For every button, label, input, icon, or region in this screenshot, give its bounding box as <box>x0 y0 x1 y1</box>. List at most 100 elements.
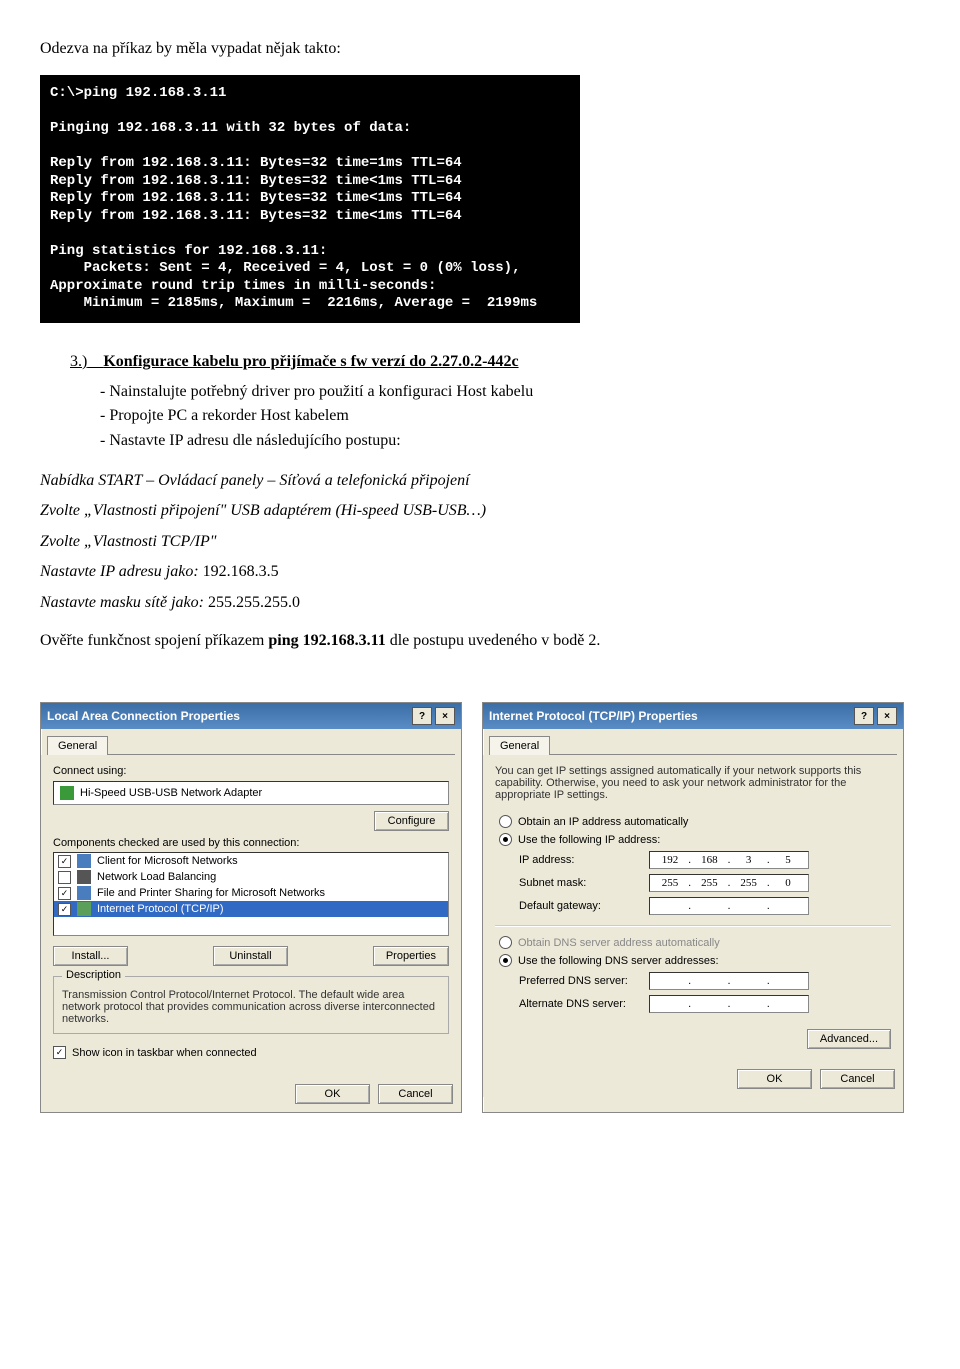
obtain-dns-radio <box>499 936 512 949</box>
dialog2-title: Internet Protocol (TCP/IP) Properties <box>489 709 698 723</box>
lan-properties-dialog: Local Area Connection Properties ? × Gen… <box>40 702 462 1113</box>
terminal-output: C:\>ping 192.168.3.11 Pinging 192.168.3.… <box>40 75 580 323</box>
instr-line1: Nabídka START – Ovládací panely – Síťová… <box>40 470 920 492</box>
tab-general[interactable]: General <box>489 736 550 755</box>
gateway-input[interactable]: ... <box>649 897 809 915</box>
instr-line6-cmd: ping 192.168.3.11 <box>268 632 385 649</box>
instr-line4: Nastavte IP adresu jako: 192.168.3.5 <box>40 561 920 583</box>
ok-button[interactable]: OK <box>737 1069 812 1089</box>
components-listbox[interactable]: ✓ Client for Microsoft Networks Network Lo… <box>53 852 449 936</box>
ip-segment[interactable]: 255 <box>693 877 725 889</box>
components-label: Components checked are used by this conn… <box>53 837 449 849</box>
alt-dns-label: Alternate DNS server: <box>519 998 649 1010</box>
cancel-button[interactable]: Cancel <box>820 1069 895 1089</box>
ip-segment[interactable]: 192 <box>654 854 686 866</box>
instr-line5-prefix: Nastavte masku sítě jako: <box>40 594 208 611</box>
dialog2-intro: You can get IP settings assigned automat… <box>495 765 891 801</box>
component-label: Network Load Balancing <box>97 871 216 883</box>
properties-button[interactable]: Properties <box>373 946 449 966</box>
section-title: Konfigurace kabelu pro přijímače s fw ve… <box>103 353 518 370</box>
adapter-name: Hi-Speed USB-USB Network Adapter <box>80 787 262 799</box>
ip-segment[interactable] <box>654 900 686 912</box>
close-icon[interactable]: × <box>435 707 455 725</box>
tab-general[interactable]: General <box>47 736 108 755</box>
show-icon-label: Show icon in taskbar when connected <box>72 1047 257 1059</box>
use-dns-radio[interactable] <box>499 954 512 967</box>
obtain-auto-label: Obtain an IP address automatically <box>518 816 688 828</box>
ip-segment[interactable]: 3 <box>733 854 765 866</box>
ip-segment[interactable] <box>772 900 804 912</box>
subnet-mask-input[interactable]: 255.255.255.0 <box>649 874 809 892</box>
component-item[interactable]: ✓ Internet Protocol (TCP/IP) <box>54 901 448 917</box>
ip-segment[interactable]: 168 <box>693 854 725 866</box>
description-title: Description <box>62 969 125 981</box>
instr-line3: Zvolte „Vlastnosti TCP/IP" <box>40 531 920 553</box>
instr-line4-val: 192.168.3.5 <box>203 563 279 580</box>
section-num: 3.) <box>70 353 87 370</box>
ip-address-input[interactable]: 192.168.3.5 <box>649 851 809 869</box>
uninstall-button[interactable]: Uninstall <box>213 946 288 966</box>
instr-line5-val: 255.255.255.0 <box>208 594 300 611</box>
dialog1-titlebar[interactable]: Local Area Connection Properties ? × <box>41 703 461 729</box>
tcpip-properties-dialog: Internet Protocol (TCP/IP) Properties ? … <box>482 702 904 1113</box>
gateway-label: Default gateway: <box>519 900 649 912</box>
section-heading: 3.) Konfigurace kabelu pro přijímače s f… <box>70 353 920 371</box>
pref-dns-label: Preferred DNS server: <box>519 975 649 987</box>
component-item[interactable]: ✓ File and Printer Sharing for Microsoft … <box>54 885 448 901</box>
component-item[interactable]: ✓ Client for Microsoft Networks <box>54 853 448 869</box>
instr-line2: Zvolte „Vlastnosti připojení" USB adapté… <box>40 500 920 522</box>
use-following-radio[interactable] <box>499 833 512 846</box>
ip-segment[interactable]: 0 <box>772 877 804 889</box>
component-icon <box>77 886 91 900</box>
instr-line6-prefix: Ověřte funkčnost spojení příkazem <box>40 632 268 649</box>
component-label: Client for Microsoft Networks <box>97 855 238 867</box>
help-icon[interactable]: ? <box>854 707 874 725</box>
bullet-item: - Propojte PC a rekorder Host kabelem <box>100 405 920 427</box>
bullet-item: - Nainstalujte potřebný driver pro použi… <box>100 381 920 403</box>
component-icon <box>77 870 91 884</box>
instr-line6: Ověřte funkčnost spojení příkazem ping 1… <box>40 630 920 652</box>
intro-text: Odezva na příkaz by měla vypadat nějak t… <box>40 38 920 60</box>
dialog2-titlebar[interactable]: Internet Protocol (TCP/IP) Properties ? … <box>483 703 903 729</box>
ip-segment[interactable]: 255 <box>733 877 765 889</box>
use-dns-label: Use the following DNS server addresses: <box>518 955 719 967</box>
adapter-field: Hi-Speed USB-USB Network Adapter <box>53 781 449 805</box>
dialog1-title: Local Area Connection Properties <box>47 709 240 723</box>
instr-line6-suffix: dle postupu uvedeného v bodě 2. <box>386 632 601 649</box>
ip-segment[interactable] <box>733 900 765 912</box>
help-icon[interactable]: ? <box>412 707 432 725</box>
component-icon <box>77 854 91 868</box>
use-following-label: Use the following IP address: <box>518 834 660 846</box>
cancel-button[interactable]: Cancel <box>378 1084 453 1104</box>
pref-dns-input[interactable]: ... <box>649 972 809 990</box>
description-text: Transmission Control Protocol/Internet P… <box>62 989 440 1025</box>
close-icon[interactable]: × <box>877 707 897 725</box>
obtain-auto-radio[interactable] <box>499 815 512 828</box>
show-icon-checkbox[interactable]: ✓ <box>53 1046 66 1059</box>
component-checkbox[interactable]: ✓ <box>58 887 71 900</box>
ip-segment[interactable]: 5 <box>772 854 804 866</box>
ip-address-label: IP address: <box>519 854 649 866</box>
instr-line5: Nastavte masku sítě jako: 255.255.255.0 <box>40 592 920 614</box>
configure-button[interactable]: Configure <box>374 811 449 831</box>
description-group: Description Transmission Control Protoco… <box>53 976 449 1034</box>
bullet-item: - Nastavte IP adresu dle následujícího p… <box>100 430 920 452</box>
component-checkbox[interactable]: ✓ <box>58 903 71 916</box>
adapter-icon <box>60 786 74 800</box>
subnet-label: Subnet mask: <box>519 877 649 889</box>
install-button[interactable]: Install... <box>53 946 128 966</box>
obtain-dns-label: Obtain DNS server address automatically <box>518 937 720 949</box>
component-checkbox[interactable]: ✓ <box>58 855 71 868</box>
advanced-button[interactable]: Advanced... <box>807 1029 891 1049</box>
component-checkbox[interactable] <box>58 871 71 884</box>
component-item[interactable]: Network Load Balancing <box>54 869 448 885</box>
component-label: File and Printer Sharing for Microsoft N… <box>97 887 325 899</box>
alt-dns-input[interactable]: ... <box>649 995 809 1013</box>
ip-segment[interactable]: 255 <box>654 877 686 889</box>
ip-segment[interactable] <box>693 900 725 912</box>
instr-line4-prefix: Nastavte IP adresu jako: <box>40 563 203 580</box>
ok-button[interactable]: OK <box>295 1084 370 1104</box>
connect-using-label: Connect using: <box>53 765 449 777</box>
component-label: Internet Protocol (TCP/IP) <box>97 903 224 915</box>
component-icon <box>77 902 91 916</box>
